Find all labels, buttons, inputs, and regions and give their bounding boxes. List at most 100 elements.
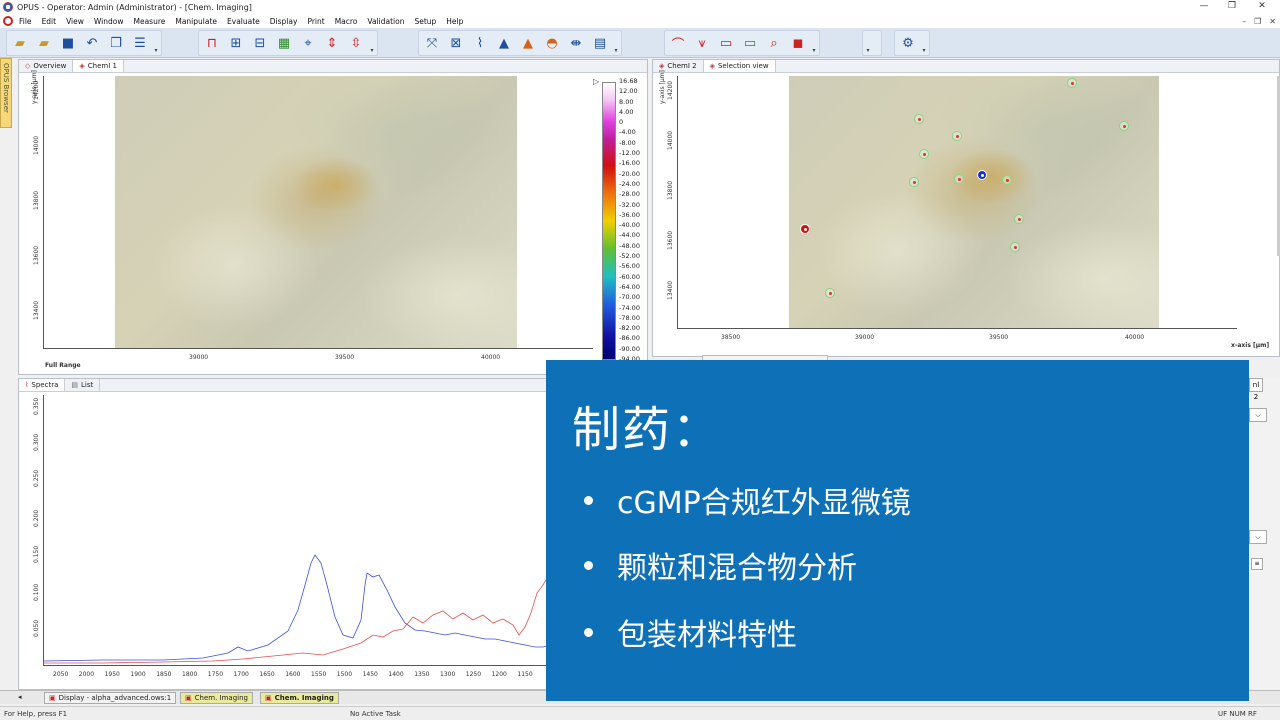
- load-file-icon[interactable]: ▰: [33, 32, 55, 54]
- spectrum-view-icon[interactable]: ⊓: [201, 32, 223, 54]
- menu-file[interactable]: File: [19, 17, 32, 26]
- colorbar-handle-icon[interactable]: ▷: [593, 77, 599, 86]
- colorbar-label: -8.00: [619, 138, 636, 147]
- peak-view-icon[interactable]: ⊞: [225, 32, 247, 54]
- crosshair-icon[interactable]: ⌖: [297, 32, 319, 54]
- selection-marker[interactable]: [1119, 121, 1129, 131]
- window-tab-chem-imaging-2[interactable]: ▣ Chem. Imaging: [260, 692, 339, 704]
- range-label: Full Range: [45, 362, 81, 369]
- side-button[interactable]: ≡: [1251, 558, 1263, 570]
- smooth-icon[interactable]: ◓: [541, 32, 563, 54]
- selection-marker[interactable]: [825, 288, 835, 298]
- spectrum-blue: [43, 554, 559, 662]
- baseline-icon[interactable]: ⌇: [469, 32, 491, 54]
- tab-overview[interactable]: ◇ Overview: [19, 60, 74, 72]
- menu-measure[interactable]: Measure: [133, 17, 165, 26]
- integrate-icon[interactable]: ⌒: [667, 32, 689, 54]
- status-indicators: UF NUM RF: [1218, 710, 1257, 718]
- quant-icon[interactable]: ◼: [787, 32, 809, 54]
- menu-evaluate[interactable]: Evaluate: [227, 17, 260, 26]
- selection-marker[interactable]: [914, 114, 924, 124]
- window-tab-chem-imaging-2-label: Chem. Imaging: [274, 694, 334, 702]
- selection-marker[interactable]: [919, 149, 929, 159]
- menu-macro[interactable]: Macro: [335, 17, 358, 26]
- mdi-close-button[interactable]: ✕: [1269, 17, 1276, 26]
- side-dropdown-2[interactable]: ⌵: [1249, 530, 1267, 544]
- tab-scroll-left-icon[interactable]: ◂: [18, 693, 22, 701]
- selection-marker[interactable]: [1010, 242, 1020, 252]
- selection-marker[interactable]: [1067, 78, 1077, 88]
- menu-print[interactable]: Print: [307, 17, 324, 26]
- toolbar-dropdown-icon-6[interactable]: ▾: [921, 32, 927, 54]
- grid-view-icon[interactable]: ▦: [273, 32, 295, 54]
- toolbar-dropdown-icon-4[interactable]: ▾: [811, 32, 817, 54]
- menu-view[interactable]: View: [66, 17, 84, 26]
- app-menu-icon[interactable]: [3, 16, 13, 26]
- undo-icon[interactable]: ↶: [81, 32, 103, 54]
- mdi-restore-button[interactable]: ❐: [1254, 17, 1261, 26]
- spectra-x-tick: 1900: [130, 671, 146, 678]
- save-icon[interactable]: ■: [57, 32, 79, 54]
- spectra-x-tick: 1750: [207, 671, 224, 678]
- zoom-y-icon[interactable]: ⇳: [345, 32, 367, 54]
- close-button[interactable]: ✕: [1248, 0, 1276, 14]
- scale-view-icon[interactable]: ⊟: [249, 32, 271, 54]
- tune-icon[interactable]: ⇼: [565, 32, 587, 54]
- tab-chemi-2-side[interactable]: nl 2: [1249, 378, 1263, 401]
- toolbar-dropdown-icon-3[interactable]: ▾: [613, 32, 619, 54]
- colorbar[interactable]: [602, 82, 616, 360]
- selection-marker[interactable]: [909, 177, 919, 187]
- menu-validation[interactable]: Validation: [367, 17, 404, 26]
- minimize-button[interactable]: —: [1190, 0, 1218, 14]
- side-dropdown-1[interactable]: ⌵: [1249, 408, 1267, 422]
- selection-marker-selected-blue[interactable]: [977, 170, 987, 180]
- selection-marker[interactable]: [1014, 214, 1024, 224]
- menu-display[interactable]: Display: [270, 17, 298, 26]
- search-icon[interactable]: ⌕: [763, 32, 785, 54]
- tab-spectra[interactable]: ⌇ Spectra: [19, 379, 66, 391]
- settings-sliders-icon[interactable]: ☰: [129, 32, 151, 54]
- spectra-x-tick: 1300: [440, 671, 456, 678]
- toolbar-dropdown-icon-2[interactable]: ▾: [369, 32, 375, 54]
- compress-icon[interactable]: ⤧: [421, 32, 443, 54]
- peak-pick-icon[interactable]: ▲: [493, 32, 515, 54]
- toolbar-dropdown-icon-5[interactable]: ▾: [865, 32, 871, 54]
- chemi-2-icon: ◈: [659, 62, 665, 70]
- expand-y-icon[interactable]: ⇕: [321, 32, 343, 54]
- selection-marker[interactable]: [952, 131, 962, 141]
- menu-setup[interactable]: Setup: [414, 17, 436, 26]
- table-icon[interactable]: ▤: [589, 32, 611, 54]
- y-tick-right-2: 13800: [667, 180, 674, 200]
- tab-list[interactable]: ▤ List: [65, 379, 101, 391]
- spectra-x-tick: 1200: [491, 671, 507, 678]
- colorbar-label: -70.00: [619, 293, 640, 302]
- selection-marker[interactable]: [954, 174, 964, 184]
- tab-selection-view[interactable]: ◈ Selection view: [703, 60, 776, 72]
- selection-marker[interactable]: [1002, 175, 1012, 185]
- tab-chemi-1[interactable]: ◈ ChemI 1: [73, 60, 124, 72]
- maximize-button[interactable]: ❐: [1218, 0, 1246, 14]
- microscope-image-left[interactable]: [115, 76, 517, 348]
- selection-image[interactable]: [789, 76, 1159, 328]
- open-folder-icon[interactable]: ▰: [9, 32, 31, 54]
- spectra-plot[interactable]: [43, 395, 559, 667]
- report-icon[interactable]: ▭: [715, 32, 737, 54]
- toolbar-dropdown-icon[interactable]: ▾: [153, 32, 159, 54]
- menu-edit[interactable]: Edit: [42, 17, 57, 26]
- window-tab-chem-imaging-1[interactable]: ▣ Chem. Imaging: [180, 692, 253, 704]
- menu-help[interactable]: Help: [446, 17, 463, 26]
- validate-report-icon[interactable]: ▭: [739, 32, 761, 54]
- mdi-minimize-button[interactable]: –: [1242, 17, 1246, 26]
- menu-manipulate[interactable]: Manipulate: [175, 17, 217, 26]
- instrument-icon[interactable]: ⚙: [897, 32, 919, 54]
- expand-icon[interactable]: ⊠: [445, 32, 467, 54]
- multi-peak-icon[interactable]: ▲: [517, 32, 539, 54]
- window-tab-display[interactable]: ▣ Display - alpha_advanced.ows:1: [44, 692, 177, 704]
- opus-browser-tab[interactable]: OPUS Browser: [0, 58, 12, 128]
- selection-marker-selected-red[interactable]: [800, 224, 810, 234]
- spectra-x-tick: 1500: [336, 671, 353, 678]
- copy-window-icon[interactable]: ❐: [105, 32, 127, 54]
- menu-window[interactable]: Window: [94, 17, 124, 26]
- peak-table-icon[interactable]: ⩛: [691, 32, 713, 54]
- toolbar-group-manipulate: ⤧ ⊠ ⌇ ▲ ▲ ◓ ⇼ ▤ ▾: [418, 30, 622, 56]
